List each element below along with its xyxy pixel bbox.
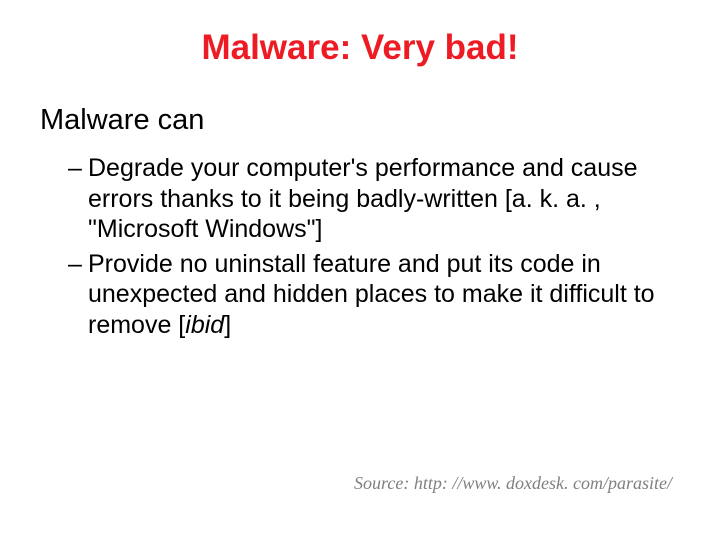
bullet-list: Degrade your computer's performance and … [48, 153, 672, 340]
bullet-italic: ibid [185, 311, 224, 339]
bullet-text: Degrade your computer's performance and … [88, 154, 638, 243]
slide: Malware: Very bad! Malware can Degrade y… [0, 0, 720, 540]
source-citation: Source: http: //www. doxdesk. com/parasi… [354, 473, 672, 494]
slide-subtitle: Malware can [40, 104, 672, 137]
slide-title: Malware: Very bad! [48, 28, 672, 68]
bullet-text: Provide no uninstall feature and put its… [88, 250, 655, 339]
list-item: Provide no uninstall feature and put its… [68, 249, 672, 341]
list-item: Degrade your computer's performance and … [68, 153, 672, 245]
bullet-text-after: ] [224, 311, 231, 339]
